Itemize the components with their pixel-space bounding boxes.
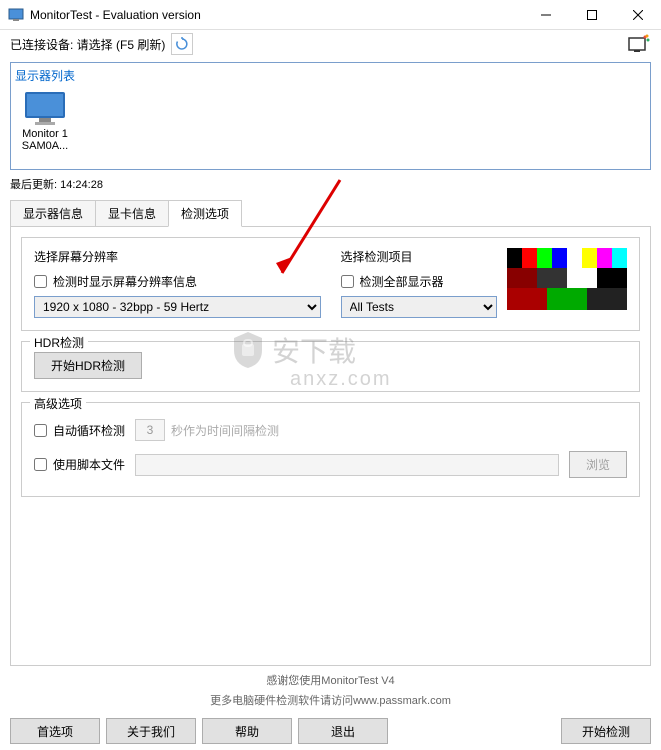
auto-loop-seconds-input[interactable] xyxy=(135,419,165,441)
auto-loop-checkbox[interactable] xyxy=(34,424,47,437)
refresh-icon xyxy=(175,37,189,51)
auto-loop-hint: 秒作为时间间隔检测 xyxy=(171,422,279,439)
tab-bar: 显示器信息 显卡信息 检测选项 xyxy=(10,200,651,227)
all-monitors-label: 检测全部显示器 xyxy=(360,273,444,290)
hdr-legend: HDR检测 xyxy=(30,334,88,351)
close-button[interactable] xyxy=(615,0,661,30)
window-title: MonitorTest - Evaluation version xyxy=(30,8,523,22)
about-button[interactable]: 关于我们 xyxy=(106,718,196,744)
monitor-item-line2: SAM0A... xyxy=(21,140,69,152)
monitor-list-panel: 显示器列表 Monitor 1 SAM0A... xyxy=(10,62,651,170)
monitor-item-line1: Monitor 1 xyxy=(21,128,69,140)
monitor-icon xyxy=(21,90,69,126)
resolution-select[interactable]: 1920 x 1080 - 32bpp - 59 Hertz xyxy=(34,296,321,318)
last-update-row: 最后更新: 14:24:28 xyxy=(0,174,661,194)
auto-loop-label: 自动循环检测 xyxy=(53,422,125,439)
all-monitors-checkbox[interactable] xyxy=(341,275,354,288)
resolution-legend: 选择屏幕分辨率 xyxy=(34,248,321,265)
tab-content: 选择屏幕分辨率 检测时显示屏幕分辨率信息 1920 x 1080 - 32bpp… xyxy=(10,226,651,666)
show-resolution-info-label: 检测时显示屏幕分辨率信息 xyxy=(53,273,197,290)
script-path-input[interactable] xyxy=(135,454,559,476)
fieldset-hdr: HDR检测 开始HDR检测 xyxy=(21,341,640,392)
monitor-item[interactable]: Monitor 1 SAM0A... xyxy=(15,88,75,154)
tab-gpu-info[interactable]: 显卡信息 xyxy=(95,200,169,227)
test-preview-image xyxy=(507,248,627,310)
brand-logo-icon xyxy=(627,34,651,54)
show-resolution-info-checkbox[interactable] xyxy=(34,275,47,288)
monitor-list-title: 显示器列表 xyxy=(15,67,646,84)
footer-line2: 更多电脑硬件检测软件请访问www.passmark.com xyxy=(0,692,661,708)
advanced-legend: 高级选项 xyxy=(30,395,86,412)
fieldset-resolution-tests: 选择屏幕分辨率 检测时显示屏幕分辨率信息 1920 x 1080 - 32bpp… xyxy=(21,237,640,331)
exit-button[interactable]: 退出 xyxy=(298,718,388,744)
maximize-button[interactable] xyxy=(569,0,615,30)
connected-device-label: 已连接设备: 请选择 (F5 刷新) xyxy=(10,36,165,53)
minimize-button[interactable] xyxy=(523,0,569,30)
window-titlebar: MonitorTest - Evaluation version xyxy=(0,0,661,30)
bottom-button-bar: 首选项 关于我们 帮助 退出 开始检测 xyxy=(0,712,661,750)
toolbar: 已连接设备: 请选择 (F5 刷新) xyxy=(0,30,661,58)
start-hdr-button[interactable]: 开始HDR检测 xyxy=(34,352,142,379)
browse-button[interactable]: 浏览 xyxy=(569,451,627,478)
start-test-button[interactable]: 开始检测 xyxy=(561,718,651,744)
last-update-label: 最后更新: xyxy=(10,179,57,191)
test-select[interactable]: All Tests xyxy=(341,296,498,318)
footer-line1: 感谢您使用MonitorTest V4 xyxy=(0,672,661,688)
preferences-button[interactable]: 首选项 xyxy=(10,718,100,744)
help-button[interactable]: 帮助 xyxy=(202,718,292,744)
fieldset-advanced: 高级选项 自动循环检测 秒作为时间间隔检测 使用脚本文件 浏览 xyxy=(21,402,640,497)
use-script-checkbox[interactable] xyxy=(34,458,47,471)
app-icon xyxy=(8,7,24,23)
test-item-legend: 选择检测项目 xyxy=(341,248,498,265)
use-script-label: 使用脚本文件 xyxy=(53,456,125,473)
tab-detect-options[interactable]: 检测选项 xyxy=(168,200,242,227)
last-update-time: 14:24:28 xyxy=(60,179,103,191)
tab-monitor-info[interactable]: 显示器信息 xyxy=(10,200,96,227)
refresh-button[interactable] xyxy=(171,33,193,55)
